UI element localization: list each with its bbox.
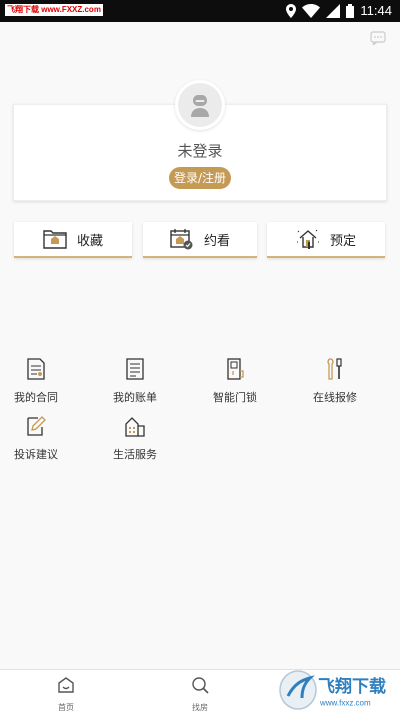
svg-text:飞翔下载: 飞翔下载 <box>318 676 386 697</box>
contract-icon <box>27 358 45 380</box>
favorites-button[interactable]: 收藏 <box>14 222 132 258</box>
service-door-lock[interactable]: 智能门锁 <box>200 358 270 405</box>
svg-text:www.fxxz.com: www.fxxz.com <box>319 699 371 708</box>
service-life-label: 生活服务 <box>113 448 157 461</box>
status-bar: 飞翔下载 www.FXXZ.com 11:44 <box>0 0 400 22</box>
appointment-button[interactable]: 约看 <box>143 222 257 258</box>
folder-icon <box>43 230 67 249</box>
appointment-label: 约看 <box>203 233 230 249</box>
calendar-icon <box>170 229 193 250</box>
service-life[interactable]: 生活服务 <box>100 415 170 462</box>
location-icon <box>286 3 297 18</box>
reserve-button[interactable]: 预定 <box>267 222 385 258</box>
home-icon <box>58 677 74 693</box>
search-icon <box>192 677 209 694</box>
avatar-inner <box>178 83 222 127</box>
house-hand-icon <box>296 229 319 249</box>
watermark-logo: 飞翔下载 www.fxxz.com <box>279 670 398 710</box>
status-right: 11:44 <box>286 3 392 18</box>
login-state-text: 未登录 <box>177 142 223 160</box>
repair-tools-icon <box>327 358 342 380</box>
status-left: 飞翔下载 www.FXXZ.com <box>5 4 103 16</box>
favorites-label: 收藏 <box>76 233 103 249</box>
service-bill-label: 我的账单 <box>113 391 157 404</box>
watermark-text: 飞翔下载 www.FXXZ.com <box>5 4 103 16</box>
service-feedback[interactable]: 投诉建议 <box>1 415 71 462</box>
service-door-lock-label: 智能门锁 <box>213 391 257 404</box>
door-lock-icon <box>227 358 244 380</box>
nav-find[interactable]: 找房 <box>180 676 220 712</box>
service-repair[interactable]: 在线报修 <box>300 358 370 405</box>
nav-home[interactable]: 首页 <box>46 676 86 712</box>
nav-home-label: 首页 <box>58 703 74 712</box>
nav-find-label: 找房 <box>192 703 208 712</box>
service-contract[interactable]: 我的合同 <box>1 358 71 405</box>
wifi-icon <box>302 3 321 18</box>
service-bill[interactable]: 我的账单 <box>100 358 170 405</box>
reserve-label: 预定 <box>329 233 356 249</box>
signal-icon <box>326 3 341 18</box>
bill-icon <box>126 358 144 380</box>
service-feedback-label: 投诉建议 <box>14 448 58 461</box>
battery-icon <box>346 3 355 18</box>
user-icon <box>191 95 209 117</box>
service-repair-label: 在线报修 <box>313 391 357 404</box>
life-service-icon <box>125 417 145 437</box>
feedback-edit-icon <box>27 416 46 436</box>
avatar[interactable] <box>175 80 225 130</box>
login-register-button[interactable]: 登录/注册 <box>169 167 231 189</box>
service-contract-label: 我的合同 <box>14 391 58 404</box>
status-time: 11:44 <box>360 3 392 18</box>
message-icon[interactable] <box>370 31 386 45</box>
